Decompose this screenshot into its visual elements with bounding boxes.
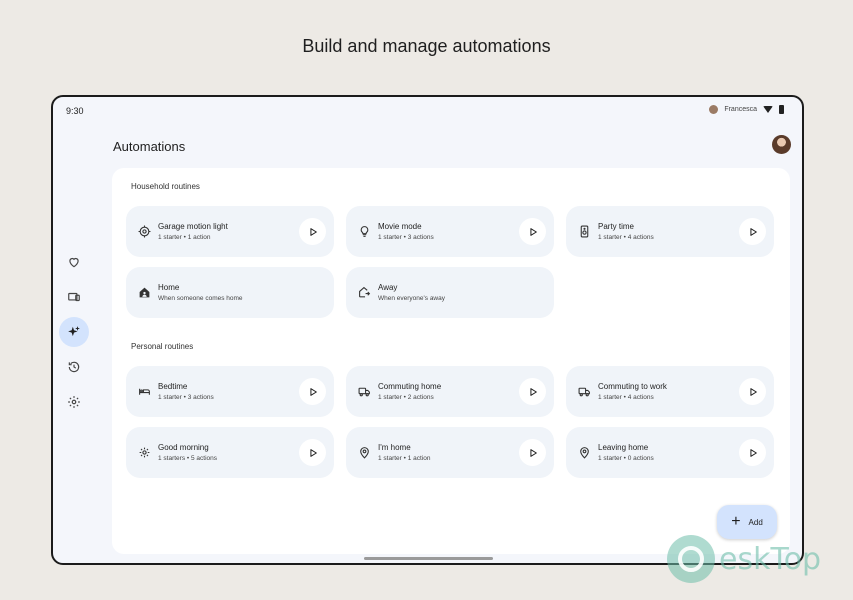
play-icon xyxy=(529,448,537,457)
routine-name: Commuting home xyxy=(378,382,442,391)
routine-name: Good morning xyxy=(158,443,209,452)
status-bar: 9:30 Francesca xyxy=(53,97,802,125)
play-button[interactable] xyxy=(299,378,326,405)
routine-name: Movie mode xyxy=(378,222,422,231)
play-button[interactable] xyxy=(739,439,766,466)
routines-panel: Household routines Garage motion light 1… xyxy=(112,168,790,554)
routine-detail: 1 starter • 4 actions xyxy=(598,234,654,241)
routine-card-garage-motion-light[interactable]: Garage motion light 1 starter • 1 action xyxy=(126,206,334,257)
heart-icon xyxy=(69,257,79,268)
routine-name: I'm home xyxy=(378,443,411,452)
battery-icon xyxy=(779,105,784,114)
location-pin-icon xyxy=(350,446,378,459)
play-icon xyxy=(309,448,317,457)
play-button[interactable] xyxy=(519,218,546,245)
routine-name: Bedtime xyxy=(158,382,188,391)
car-commute-icon xyxy=(570,385,598,398)
routine-detail: When everyone's away xyxy=(378,295,445,302)
play-icon xyxy=(749,448,757,457)
lightbulb-icon xyxy=(350,225,378,238)
play-icon xyxy=(749,387,757,396)
gear-icon xyxy=(68,396,80,408)
routine-card-home[interactable]: Home When someone comes home xyxy=(126,267,334,318)
status-user-name: Francesca xyxy=(724,106,757,113)
nav-automations[interactable] xyxy=(59,317,89,347)
navigation-rail xyxy=(59,247,89,422)
routine-card-leaving-home[interactable]: Leaving home 1 starter • 0 actions xyxy=(566,427,774,478)
nav-history[interactable] xyxy=(59,352,89,382)
nav-favorites[interactable] xyxy=(59,247,89,277)
page-title: Automations xyxy=(113,139,186,154)
sun-icon xyxy=(130,446,158,459)
history-icon xyxy=(68,361,80,373)
play-icon xyxy=(529,227,537,236)
status-indicators: Francesca xyxy=(709,105,784,114)
plus-icon: + xyxy=(731,513,741,530)
routine-detail: 1 starter • 1 action xyxy=(378,455,431,462)
status-time: 9:30 xyxy=(66,106,84,116)
routine-name: Commuting to work xyxy=(598,382,667,391)
routine-detail: When someone comes home xyxy=(158,295,243,302)
status-user-avatar xyxy=(709,105,719,114)
headline: Build and manage automations xyxy=(302,36,551,56)
routine-card-party-time[interactable]: Party time 1 starter • 4 actions xyxy=(566,206,774,257)
wifi-icon xyxy=(763,106,773,113)
routine-name: Leaving home xyxy=(598,443,649,452)
play-button[interactable] xyxy=(299,218,326,245)
motion-sensor-icon xyxy=(130,225,158,238)
play-icon xyxy=(309,387,317,396)
routine-detail: 1 starter • 3 actions xyxy=(158,394,214,401)
play-button[interactable] xyxy=(739,378,766,405)
watermark-logo-icon xyxy=(667,535,715,583)
routine-card-bedtime[interactable]: Bedtime 1 starter • 3 actions xyxy=(126,366,334,417)
bed-icon xyxy=(130,385,158,398)
speaker-icon xyxy=(570,225,598,238)
routine-card-im-home[interactable]: I'm home 1 starter • 1 action xyxy=(346,427,554,478)
routine-detail: 1 starter • 2 actions xyxy=(378,394,434,401)
routine-card-commuting-to-work[interactable]: Commuting to work 1 starter • 4 actions xyxy=(566,366,774,417)
car-commute-icon xyxy=(350,385,378,398)
routine-card-commuting-home[interactable]: Commuting home 1 starter • 2 actions xyxy=(346,366,554,417)
watermark-text: eskTop xyxy=(719,541,822,577)
location-pin-icon xyxy=(570,446,598,459)
nav-settings[interactable] xyxy=(59,387,89,417)
routine-detail: 1 starter • 4 actions xyxy=(598,394,654,401)
routine-name: Away xyxy=(378,283,398,292)
routine-name: Home xyxy=(158,283,180,292)
routine-detail: 1 starter • 3 actions xyxy=(378,234,434,241)
play-icon xyxy=(309,227,317,236)
household-section-title: Household routines xyxy=(131,182,200,191)
home-person-icon xyxy=(130,286,158,299)
home-away-icon xyxy=(350,286,378,299)
play-icon xyxy=(529,387,537,396)
routine-card-movie-mode[interactable]: Movie mode 1 starter • 3 actions xyxy=(346,206,554,257)
profile-avatar[interactable] xyxy=(772,135,791,154)
routine-card-good-morning[interactable]: Good morning 1 starters • 5 actions xyxy=(126,427,334,478)
personal-section-title: Personal routines xyxy=(131,342,194,351)
tablet-frame: 9:30 Francesca Automations Household rou… xyxy=(51,95,804,565)
nav-devices[interactable] xyxy=(59,282,89,312)
play-button[interactable] xyxy=(519,378,546,405)
automations-sparkle-icon xyxy=(68,326,80,337)
play-button[interactable] xyxy=(739,218,766,245)
routine-detail: 1 starter • 0 actions xyxy=(598,455,654,462)
routine-detail: 1 starter • 1 action xyxy=(158,234,211,241)
play-icon xyxy=(749,227,757,236)
home-indicator-bar[interactable] xyxy=(364,557,493,560)
play-button[interactable] xyxy=(299,439,326,466)
routine-name: Party time xyxy=(598,222,635,231)
add-button-label: Add xyxy=(748,517,763,527)
play-button[interactable] xyxy=(519,439,546,466)
routine-card-away[interactable]: Away When everyone's away xyxy=(346,267,554,318)
devices-icon xyxy=(68,292,80,302)
add-routine-button[interactable]: + Add xyxy=(717,505,777,539)
routine-name: Garage motion light xyxy=(158,222,228,231)
watermark: eskTop xyxy=(667,535,821,583)
routine-detail: 1 starters • 5 actions xyxy=(158,455,217,462)
